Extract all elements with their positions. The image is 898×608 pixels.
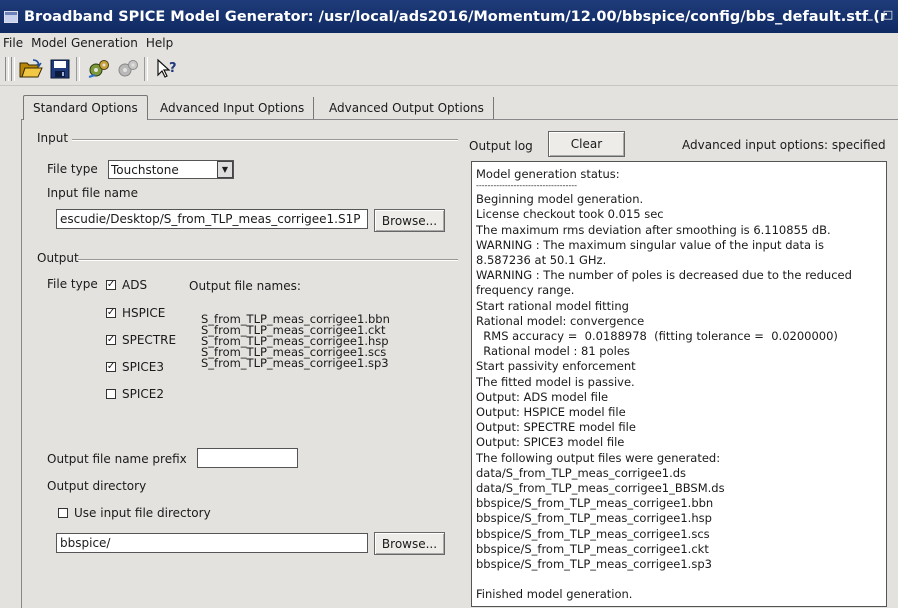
log-line: License checkout took 0.015 sec [476,207,664,222]
tab-advanced-input-options[interactable]: Advanced Input Options [151,97,315,119]
log-line: Start passivity enforcement [476,359,636,374]
log-line: data/S_from_TLP_meas_corrigee1_BBSM.ds [476,481,725,496]
clear-button[interactable]: Clear [548,131,625,157]
log-line: 8.587236 at 50.1 GHz. [476,253,607,268]
prefix-input[interactable] [197,448,298,468]
log-line: Finished model generation. [476,587,633,602]
minimize-button[interactable]: _ [864,8,876,21]
output-directory-field[interactable]: bbspice/ [56,533,368,553]
format-spectre-checkbox[interactable]: ✓ SPECTRE [106,333,176,347]
output-group-title: Output [37,251,79,265]
chevron-down-icon[interactable]: ▼ [217,161,233,178]
format-label: SPICE2 [122,387,164,401]
log-line: The fitted model is passive. [476,374,635,389]
format-label: SPICE3 [122,360,164,374]
toolbar-grip[interactable] [11,57,15,81]
window-title: Broadband SPICE Model Generator: /usr/lo… [24,8,887,25]
log-line: Output: SPECTRE model file [476,420,636,435]
log-line: WARNING : The number of poles is decreas… [476,268,852,283]
output-directory-label: Output directory [47,479,147,493]
log-line: bbspice/S_from_TLP_meas_corrigee1.sp3 [476,557,712,572]
output-browse-button[interactable]: Browse... [374,532,445,555]
menu-bar: File Model Generation Help [0,33,898,52]
log-line: Rational model : 81 poles [476,344,630,359]
use-input-dir-label: Use input file directory [74,506,211,520]
format-label: ADS [122,278,148,292]
checkbox-empty-icon[interactable] [58,508,68,518]
save-icon[interactable] [47,56,73,82]
output-file-type-label: File type [47,277,98,291]
output-group-divider [78,259,458,261]
tab-standard-options[interactable]: Standard Options [23,95,148,120]
input-group-title: Input [37,131,69,145]
open-folder-icon[interactable] [18,56,44,82]
input-browse-button[interactable]: Browse... [374,209,445,232]
log-line: Beginning model generation. [476,192,644,207]
format-label: HSPICE [122,306,166,320]
log-line: RMS accuracy = 0.0188978 (fitting tolera… [476,329,838,344]
log-line: frequency range. [476,283,575,298]
format-label: SPECTRE [122,333,177,347]
toolbar-grip[interactable] [5,57,9,81]
window-title-bar: Broadband SPICE Model Generator: /usr/lo… [0,0,898,33]
check-icon[interactable]: ✓ [106,308,116,318]
tab-advanced-output-options[interactable]: Advanced Output Options [320,97,494,119]
menu-help[interactable]: Help [143,36,178,50]
log-line: ----------------------------------- [476,181,578,191]
advanced-input-status: Advanced input options: specified [682,138,886,152]
format-spice2-checkbox[interactable]: SPICE2 [106,387,164,401]
log-line: Model generation status: [476,167,620,181]
log-line: Output: SPICE3 model file [476,435,625,450]
menu-file[interactable]: File [0,36,28,50]
toolbar-separator [144,57,148,81]
log-line: bbspice/S_from_TLP_meas_corrigee1.ckt [476,541,709,556]
log-line: Output: ADS model file [476,389,609,404]
log-line: WARNING : The maximum singular value of … [476,237,824,252]
check-icon[interactable]: ✓ [106,362,116,372]
menu-model-generation[interactable]: Model Generation [28,36,143,50]
gears-disabled-icon[interactable] [115,56,141,82]
output-file-names-label: Output file names: [189,279,301,293]
log-line: Output: HSPICE model file [476,405,626,420]
whats-this-icon[interactable]: ? [154,56,180,82]
input-file-name-label: Input file name [47,186,139,200]
format-hspice-checkbox[interactable]: ✓ HSPICE [106,306,165,320]
log-line: The maximum rms deviation after smoothin… [476,222,831,237]
toolbar: ? [0,53,898,86]
input-file-field[interactable]: escudie/Desktop/S_from_TLP_meas_corrigee… [56,209,368,229]
log-line: bbspice/S_from_TLP_meas_corrigee1.bbn [476,496,714,511]
svg-text:?: ? [169,61,177,76]
gears-icon[interactable] [86,56,112,82]
log-line: The following output files were generate… [476,450,721,465]
log-line: bbspice/S_from_TLP_meas_corrigee1.hsp [476,511,712,526]
file-type-value: Touchstone [111,162,179,177]
log-line: Start rational model fitting [476,298,629,313]
file-type-combo[interactable]: Touchstone ▼ [108,160,234,179]
log-line: bbspice/S_from_TLP_meas_corrigee1.scs [476,526,710,541]
output-log-label: Output log [469,139,533,153]
maximize-button[interactable]: □ [882,8,894,21]
output-file-names-list: S_from_TLP_meas_corrigee1.bbn S_from_TLP… [201,313,390,370]
format-spice3-checkbox[interactable]: ✓ SPICE3 [106,360,164,374]
log-line: data/S_from_TLP_meas_corrigee1.ds [476,465,687,480]
input-file-type-label: File type [47,162,98,176]
check-icon[interactable]: ✓ [106,335,116,345]
input-group-divider [72,139,458,141]
log-line: Rational model: convergence [476,313,645,328]
output-file-name: S_from_TLP_meas_corrigee1.sp3 [201,356,389,370]
app-icon [4,10,18,23]
use-input-dir-checkbox[interactable]: Use input file directory [58,506,211,520]
format-ads-checkbox[interactable]: ✓ ADS [106,278,147,292]
check-icon[interactable]: ✓ [106,280,116,290]
prefix-label: Output file name prefix [47,452,187,466]
toolbar-separator [76,57,80,81]
checkbox-empty-icon[interactable] [106,389,116,399]
output-log[interactable]: Model generation status: ---------------… [471,161,887,607]
